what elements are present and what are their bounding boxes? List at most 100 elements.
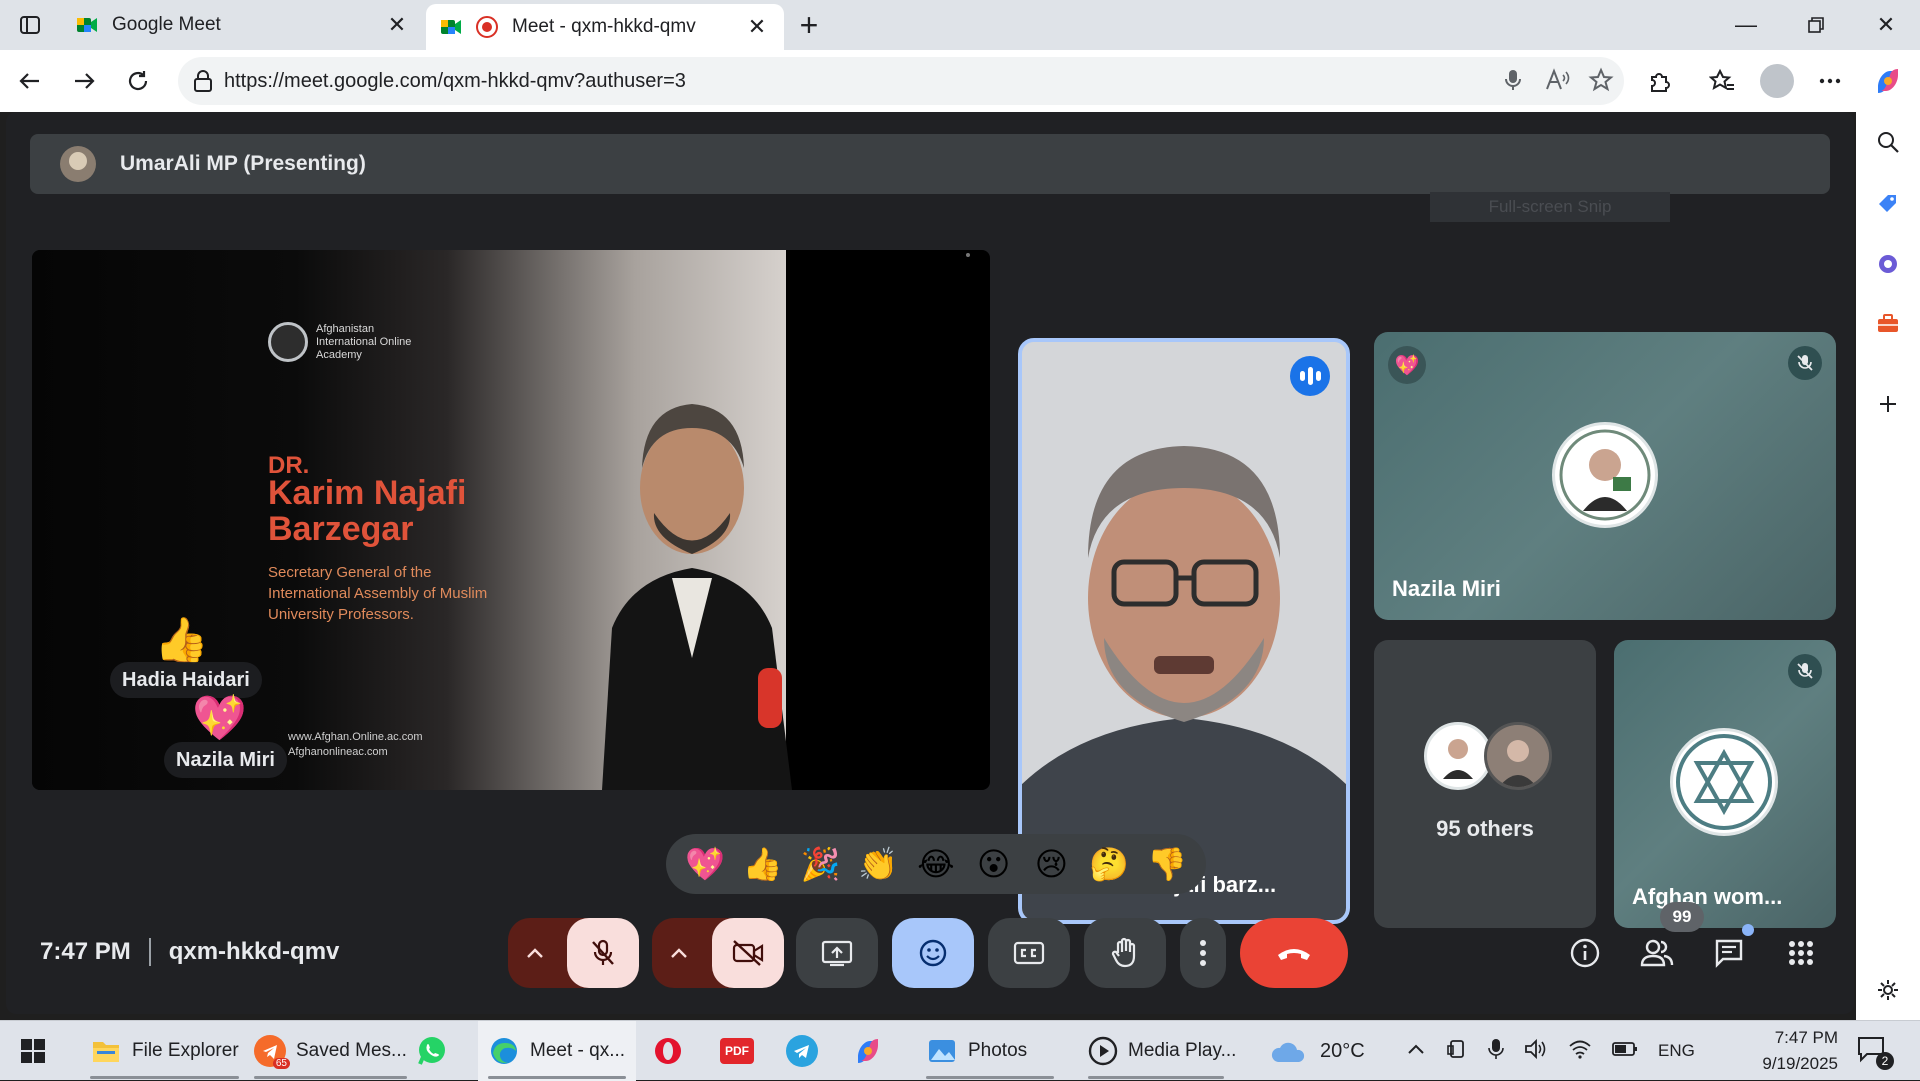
nazila-avatar bbox=[1552, 422, 1658, 528]
forward-button[interactable] bbox=[66, 63, 102, 99]
battery-icon[interactable] bbox=[1612, 1041, 1638, 1062]
taskbar-whatsapp[interactable] bbox=[416, 1021, 458, 1081]
more-options-icon[interactable] bbox=[1812, 63, 1848, 99]
tab-meet-call[interactable]: Meet - qxm-hkkd-qmv ✕ bbox=[426, 4, 784, 50]
reaction-heart-button[interactable]: 💖 bbox=[681, 840, 729, 888]
system-clock[interactable]: 7:47 PM 9/19/2025 bbox=[1752, 1025, 1838, 1077]
participant-tile-nazila[interactable]: 💖 Nazila Miri bbox=[1374, 332, 1836, 620]
read-aloud-icon[interactable] bbox=[1544, 67, 1570, 99]
video-settings-chevron-icon[interactable] bbox=[656, 918, 702, 988]
notification-center[interactable]: 2 bbox=[1856, 1021, 1894, 1081]
reactions-tray: 💖 👍 🎉 👏 😂 😮 😢 🤔 👎 bbox=[666, 834, 1206, 894]
tools-briefcase-icon[interactable] bbox=[1872, 308, 1904, 340]
shopping-tag-icon[interactable] bbox=[1872, 188, 1904, 220]
presenter-avatar bbox=[60, 146, 96, 182]
reaction-sender-name: Nazila Miri bbox=[164, 742, 287, 778]
taskbar-edge-meet[interactable]: Meet - qx... bbox=[478, 1021, 636, 1081]
tab-actions-icon[interactable] bbox=[14, 10, 46, 40]
browser-toolbar: https://meet.google.com/qxm-hkkd-qmv?aut… bbox=[0, 50, 1920, 112]
wifi-icon[interactable] bbox=[1568, 1039, 1592, 1064]
taskbar-copilot[interactable] bbox=[852, 1021, 894, 1081]
show-hidden-icons-chevron-icon[interactable] bbox=[1406, 1041, 1426, 1061]
meeting-details-icon[interactable] bbox=[1558, 926, 1612, 980]
profile-avatar[interactable] bbox=[1760, 64, 1794, 98]
close-window-button[interactable]: ✕ bbox=[1856, 8, 1916, 42]
start-button[interactable] bbox=[20, 1021, 54, 1081]
slide-website-2: Afghanonlineac.com bbox=[288, 746, 388, 758]
lock-icon[interactable] bbox=[192, 69, 214, 99]
speaking-indicator-icon bbox=[1290, 356, 1330, 396]
muted-mic-icon bbox=[1788, 654, 1822, 688]
taskbar-opera[interactable] bbox=[652, 1021, 694, 1081]
settings-gear-icon[interactable] bbox=[1872, 974, 1904, 1006]
address-bar[interactable]: https://meet.google.com/qxm-hkkd-qmv?aut… bbox=[178, 57, 1624, 105]
taskbar-media-player[interactable]: Media Play... bbox=[1078, 1021, 1236, 1081]
refresh-button[interactable] bbox=[120, 63, 156, 99]
copilot-icon[interactable] bbox=[1870, 63, 1906, 99]
more-options-button[interactable] bbox=[1180, 918, 1226, 988]
taskbar-item-label: File Explorer bbox=[132, 1040, 239, 1061]
presentation-tile[interactable]: Afghanistan International Online Academy… bbox=[32, 250, 990, 790]
copilot-taskbar-icon bbox=[852, 1035, 884, 1067]
back-button[interactable] bbox=[12, 63, 48, 99]
captions-button[interactable] bbox=[988, 918, 1070, 988]
audio-settings-chevron-icon[interactable] bbox=[512, 918, 558, 988]
add-sidebar-app-icon[interactable] bbox=[1872, 388, 1904, 420]
extensions-puzzle-icon[interactable] bbox=[1642, 63, 1678, 99]
volume-icon[interactable] bbox=[1524, 1038, 1548, 1065]
academy-name: Afghanistan International Online Academy bbox=[316, 322, 412, 361]
raise-hand-button[interactable] bbox=[1084, 918, 1166, 988]
input-language[interactable]: ENG bbox=[1658, 1041, 1695, 1061]
microphone-in-use-icon[interactable] bbox=[1488, 1037, 1504, 1066]
participant-tile-afghan[interactable]: Afghan wom... bbox=[1614, 640, 1836, 928]
system-tray: ENG bbox=[1406, 1021, 1695, 1081]
reaction-party-button[interactable]: 🎉 bbox=[796, 840, 844, 888]
windows-taskbar: File Explorer 65 Saved Mes... Meet - qx.… bbox=[0, 1020, 1920, 1081]
taskbar-telegram[interactable] bbox=[786, 1021, 828, 1081]
present-screen-button[interactable] bbox=[796, 918, 878, 988]
taskbar-telegram-saved[interactable]: 65 Saved Mes... bbox=[244, 1021, 417, 1081]
microphone-toggle-button[interactable] bbox=[567, 918, 639, 988]
search-icon[interactable] bbox=[1872, 126, 1904, 158]
shared-slide: Afghanistan International Online Academy… bbox=[32, 250, 792, 790]
send-reaction-button[interactable] bbox=[892, 918, 974, 988]
reaction-thumbs-down-button[interactable]: 👎 bbox=[1143, 840, 1191, 888]
reaction-thinking-button[interactable]: 🤔 bbox=[1085, 840, 1133, 888]
reaction-laugh-button[interactable]: 😂 bbox=[912, 840, 960, 888]
tab-google-meet[interactable]: Google Meet ✕ bbox=[62, 0, 424, 50]
leave-call-button[interactable] bbox=[1240, 918, 1348, 988]
taskbar-photos[interactable]: Photos bbox=[916, 1021, 1064, 1081]
participant-tile-others[interactable]: 95 others bbox=[1374, 640, 1596, 928]
minimize-window-button[interactable]: — bbox=[1716, 8, 1776, 42]
close-tab-icon[interactable]: ✕ bbox=[744, 14, 770, 40]
favorites-icon[interactable] bbox=[1704, 63, 1740, 99]
slide-name-line-2: Barzegar bbox=[268, 510, 414, 548]
weather-widget[interactable]: 20°C bbox=[1270, 1021, 1365, 1081]
microphone-icon[interactable] bbox=[1500, 67, 1526, 99]
reaction-sad-button[interactable]: 😢 bbox=[1027, 840, 1075, 888]
taskbar-pdf[interactable]: PDF bbox=[720, 1021, 764, 1081]
activities-grid-icon[interactable] bbox=[1774, 926, 1828, 980]
taskbar-file-explorer[interactable]: File Explorer bbox=[80, 1021, 249, 1081]
afghan-women-logo bbox=[1670, 728, 1778, 836]
weather-temperature: 20°C bbox=[1320, 1039, 1365, 1062]
restore-window-button[interactable] bbox=[1786, 8, 1846, 42]
meeting-info-text: 7:47 PM qxm-hkkd-qmv bbox=[40, 938, 339, 966]
camera-toggle-button[interactable] bbox=[712, 918, 784, 988]
taskbar-item-label: Meet - qx... bbox=[530, 1040, 626, 1061]
slide-websites: www.Afghan.Online.ac.com Afghanonlineac.… bbox=[288, 730, 423, 760]
favorite-star-icon[interactable] bbox=[1588, 67, 1614, 99]
reaction-clap-button[interactable]: 👏 bbox=[854, 840, 902, 888]
divider bbox=[148, 938, 151, 966]
snip-hint: Full-screen Snip bbox=[1430, 192, 1670, 222]
google-meet-favicon-icon bbox=[76, 14, 98, 36]
close-tab-icon[interactable]: ✕ bbox=[384, 12, 410, 38]
people-icon[interactable] bbox=[1630, 926, 1684, 980]
device-icon[interactable] bbox=[1446, 1038, 1468, 1065]
meeting-code: qxm-hkkd-qmv bbox=[168, 938, 340, 965]
reaction-thumbs-up-button[interactable]: 👍 bbox=[739, 840, 787, 888]
copilot-sidebar-icon[interactable] bbox=[1872, 248, 1904, 280]
new-tab-button[interactable]: + bbox=[792, 7, 826, 43]
reaction-surprised-button[interactable]: 😮 bbox=[970, 840, 1018, 888]
academy-logo: Afghanistan International Online Academy bbox=[268, 322, 436, 362]
